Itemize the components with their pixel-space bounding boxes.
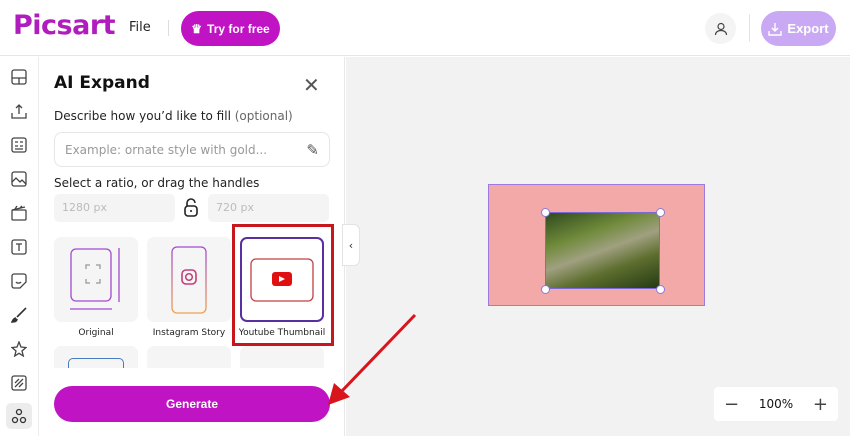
original-ratio-icon xyxy=(70,247,120,310)
collapse-panel-button[interactable]: ‹ xyxy=(342,224,360,266)
brush-icon[interactable] xyxy=(7,303,31,327)
try-label: Try for free xyxy=(207,21,270,36)
sticker-icon[interactable] xyxy=(7,269,31,293)
file-menu[interactable]: File xyxy=(129,20,151,35)
background-icon[interactable] xyxy=(7,371,31,395)
crown-icon: ♛ xyxy=(191,21,203,36)
panel-title: AI Expand xyxy=(54,73,150,93)
divider xyxy=(168,20,169,36)
try-for-free-button[interactable]: ♛ Try for free xyxy=(181,11,280,46)
ratio-label: Select a ratio, or drag the handles xyxy=(54,176,260,190)
top-bar: Picsart File ♛ Try for free Export xyxy=(0,0,850,56)
generate-area: Generate xyxy=(40,368,344,436)
apps-icon[interactable] xyxy=(6,403,32,429)
chevron-left-icon: ‹ xyxy=(348,238,354,252)
star-icon[interactable] xyxy=(7,337,31,361)
ratio-card-instagram-story[interactable] xyxy=(147,237,231,322)
zoom-in-button[interactable]: + xyxy=(813,394,828,415)
instagram-icon xyxy=(171,245,207,314)
resize-handle[interactable] xyxy=(541,285,550,294)
lock-icon[interactable] xyxy=(183,197,199,221)
annotation-arrow-icon xyxy=(328,313,417,405)
resize-handle[interactable] xyxy=(541,208,550,217)
prompt-input[interactable]: Example: ornate style with gold... ✎ xyxy=(54,132,330,167)
zoom-level: 100% xyxy=(758,397,794,411)
describe-text: Describe how you’d like to fill xyxy=(54,109,231,123)
generate-button[interactable]: Generate xyxy=(54,386,330,422)
resize-handle[interactable] xyxy=(656,285,665,294)
resize-handle[interactable] xyxy=(656,208,665,217)
export-button[interactable]: Export xyxy=(761,11,836,46)
download-icon xyxy=(768,22,783,36)
pencil-icon[interactable]: ✎ xyxy=(306,141,319,159)
height-input[interactable]: 720 px xyxy=(208,194,329,222)
upload-icon[interactable] xyxy=(7,99,31,123)
photos-icon[interactable] xyxy=(7,167,31,191)
highlight-box xyxy=(232,224,334,346)
text-icon[interactable] xyxy=(7,235,31,259)
ratio-label-instagram-story: Instagram Story xyxy=(152,328,226,338)
prompt-placeholder: Example: ornate style with gold... xyxy=(65,142,268,157)
ratio-label-original: Original xyxy=(78,328,114,338)
export-label: Export xyxy=(787,21,829,36)
user-icon xyxy=(714,22,727,35)
picsart-logo[interactable]: Picsart xyxy=(13,10,116,41)
video-icon[interactable] xyxy=(7,201,31,225)
width-input[interactable]: 1280 px xyxy=(54,194,175,222)
describe-label: Describe how you’d like to fill (optiona… xyxy=(54,109,293,123)
zoom-control: − 100% + xyxy=(714,387,838,421)
templates-icon[interactable] xyxy=(7,133,31,157)
tool-rail xyxy=(0,57,39,436)
forest-path-image[interactable] xyxy=(545,212,660,289)
ratio-card-original[interactable] xyxy=(54,237,138,322)
optional-text: (optional) xyxy=(234,109,293,123)
close-icon[interactable]: ✕ xyxy=(303,73,320,97)
profile-button[interactable] xyxy=(705,13,736,44)
layout-icon[interactable] xyxy=(7,65,31,89)
zoom-out-button[interactable]: − xyxy=(724,394,739,415)
divider xyxy=(749,14,750,42)
